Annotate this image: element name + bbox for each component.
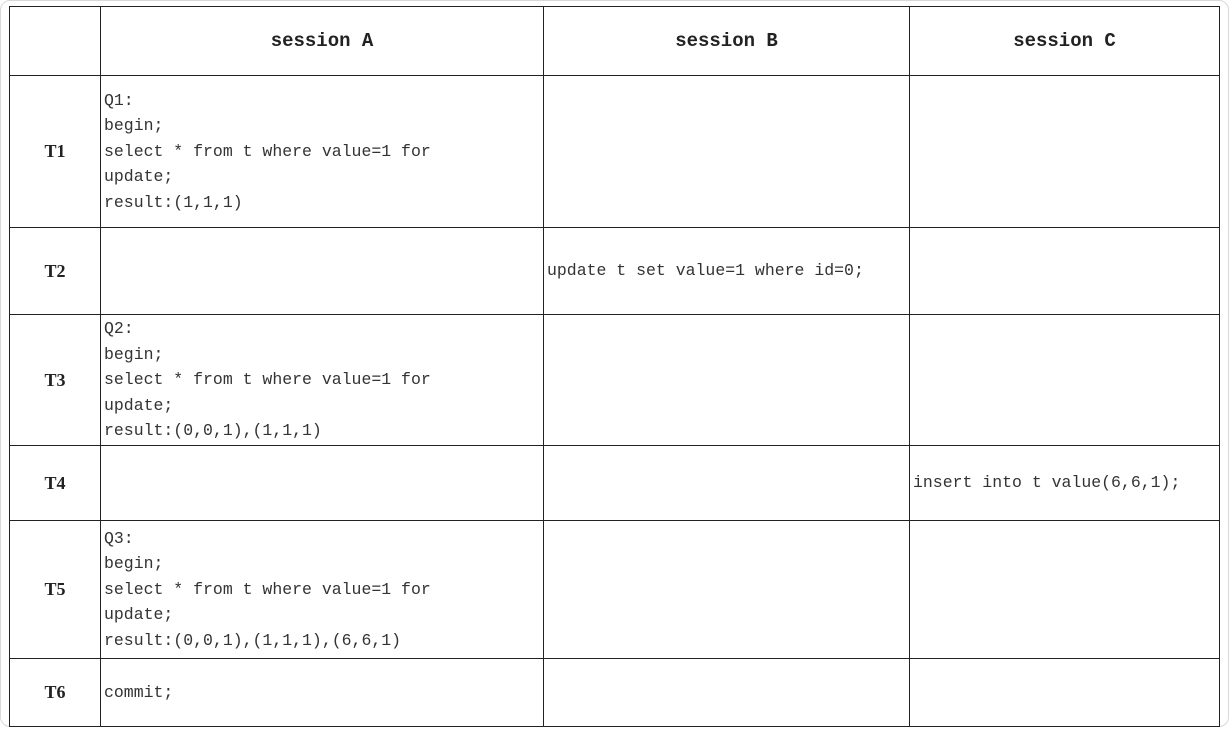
table-row: T3 Q2: begin; select * from t where valu… bbox=[9, 314, 1220, 446]
session-c-cell bbox=[909, 227, 1220, 315]
table-row: T5 Q3: begin; select * from t where valu… bbox=[9, 520, 1220, 659]
table-row: T6 commit; bbox=[9, 658, 1220, 727]
time-label: T3 bbox=[9, 314, 101, 446]
session-c-cell bbox=[909, 520, 1220, 659]
header-session-a: session A bbox=[100, 6, 544, 76]
session-c-cell bbox=[909, 658, 1220, 727]
session-c-cell: insert into t value(6,6,1); bbox=[909, 445, 1220, 521]
session-a-cell: Q2: begin; select * from t where value=1… bbox=[100, 314, 544, 446]
time-label: T4 bbox=[9, 445, 101, 521]
header-corner bbox=[9, 6, 101, 76]
header-row: session A session B session C bbox=[9, 6, 1220, 76]
session-a-cell bbox=[100, 227, 544, 315]
header-session-c: session C bbox=[909, 6, 1220, 76]
session-b-cell bbox=[543, 445, 910, 521]
session-b-cell bbox=[543, 314, 910, 446]
table-row: T2 update t set value=1 where id=0; bbox=[9, 227, 1220, 315]
table-row: T1 Q1: begin; select * from t where valu… bbox=[9, 75, 1220, 228]
session-a-cell: Q3: begin; select * from t where value=1… bbox=[100, 520, 544, 659]
session-b-cell: update t set value=1 where id=0; bbox=[543, 227, 910, 315]
session-c-cell bbox=[909, 75, 1220, 228]
time-label: T2 bbox=[9, 227, 101, 315]
time-label: T5 bbox=[9, 520, 101, 659]
session-a-cell: Q1: begin; select * from t where value=1… bbox=[100, 75, 544, 228]
time-label: T6 bbox=[9, 658, 101, 727]
session-timeline-table: session A session B session C T1 Q1: beg… bbox=[9, 6, 1220, 727]
session-c-cell bbox=[909, 314, 1220, 446]
session-b-cell bbox=[543, 75, 910, 228]
session-b-cell bbox=[543, 520, 910, 659]
session-a-cell bbox=[100, 445, 544, 521]
session-a-cell: commit; bbox=[100, 658, 544, 727]
header-session-b: session B bbox=[543, 6, 910, 76]
time-label: T1 bbox=[9, 75, 101, 228]
session-b-cell bbox=[543, 658, 910, 727]
table-row: T4 insert into t value(6,6,1); bbox=[9, 445, 1220, 521]
